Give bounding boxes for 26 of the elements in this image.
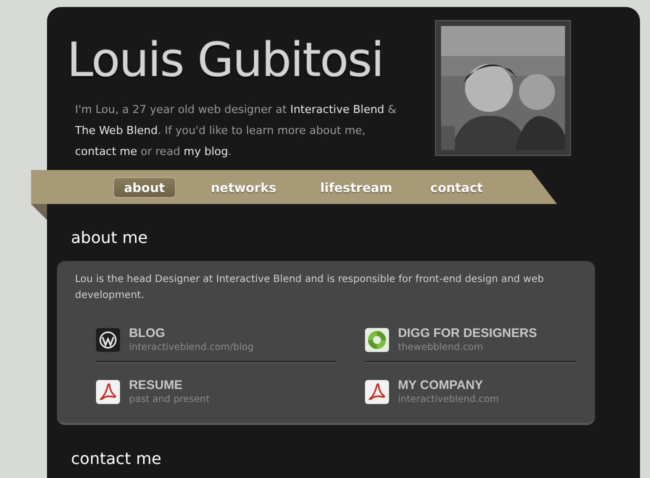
section-heading: about me bbox=[71, 228, 149, 247]
bio-text: I'm Lou, a 27 year old web designer at bbox=[75, 103, 288, 116]
link-title[interactable]: BLOG bbox=[129, 324, 254, 340]
text-link[interactable]: my blog bbox=[184, 145, 228, 158]
text-link[interactable]: contact me bbox=[75, 145, 138, 158]
text-link[interactable]: The Web Blend bbox=[75, 124, 158, 137]
text-link[interactable]: Interactive Blend bbox=[290, 103, 384, 116]
bio-text: . If you'd like to learn more about me, bbox=[158, 124, 366, 137]
link-title[interactable]: DIGG FOR DESIGNERS bbox=[398, 324, 537, 340]
nav-tab[interactable]: about bbox=[113, 176, 176, 198]
swirl-icon bbox=[365, 328, 389, 352]
bio-text: & bbox=[386, 103, 396, 116]
section-heading: contact me bbox=[71, 449, 162, 468]
link-subtitle: interactiveblend.com bbox=[398, 392, 499, 406]
link-subtitle: past and present bbox=[129, 392, 210, 406]
link-subtitle: thewebblend.com bbox=[398, 340, 484, 354]
pdf-icon bbox=[365, 380, 389, 404]
link-title[interactable]: MY COMPANY bbox=[398, 376, 499, 392]
site-title: Louis Gubitosi bbox=[67, 35, 384, 87]
bio-text: . bbox=[228, 145, 232, 158]
link-subtitle: interactiveblend.com/blog bbox=[129, 340, 254, 354]
link-title[interactable]: RESUME bbox=[129, 376, 210, 392]
pdf-icon bbox=[96, 380, 120, 404]
wordpress-icon bbox=[96, 328, 120, 352]
bio-text: or read bbox=[140, 145, 182, 158]
about-text: Lou is the head Designer at Interactive Blend and is responsible for front-end design and web development. bbox=[75, 273, 545, 303]
